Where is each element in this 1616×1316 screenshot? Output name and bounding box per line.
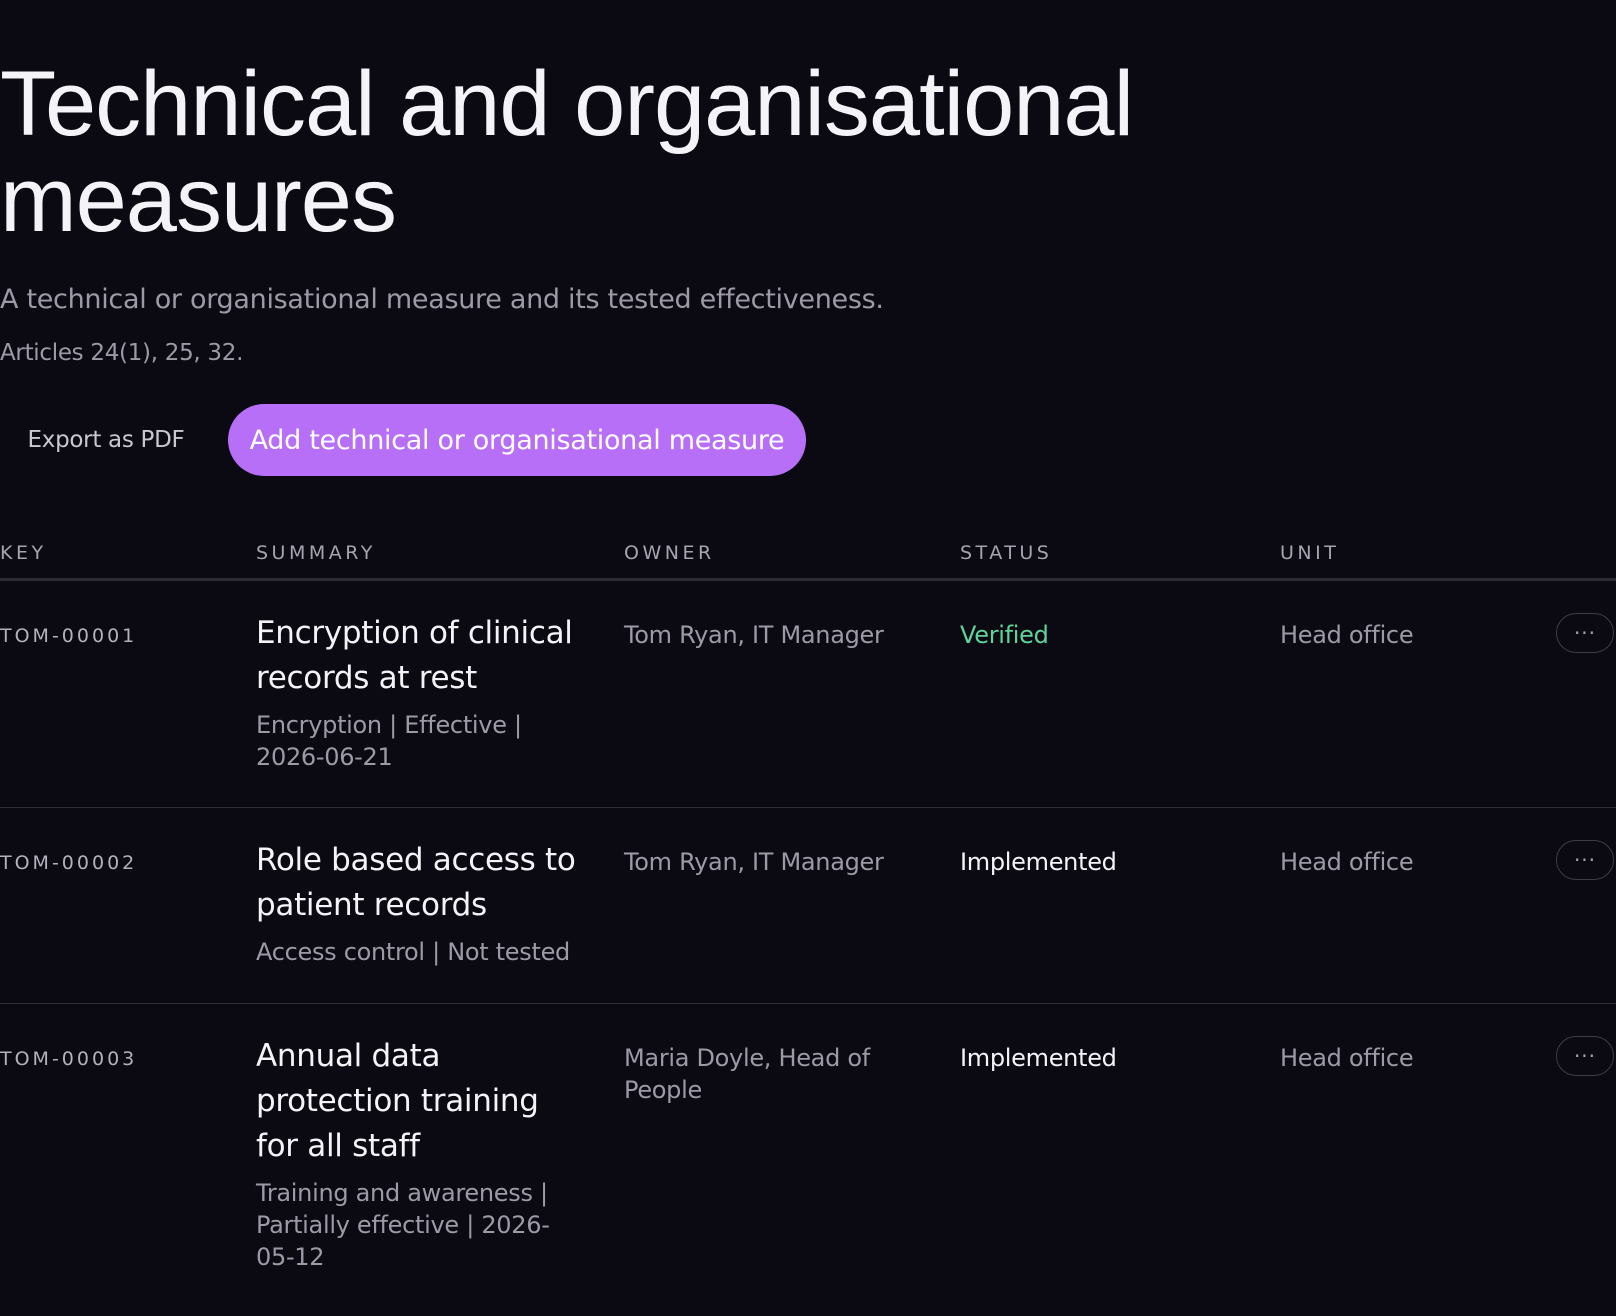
row-summary-title: Encryption of clinical records at rest: [256, 615, 573, 696]
row-summary: Role based access to patient records Acc…: [256, 838, 576, 968]
row-more-button[interactable]: ···: [1556, 613, 1614, 653]
table-header: KEY SUMMARY OWNER STATUS UNIT: [0, 530, 1616, 581]
row-summary-meta: Access control | Not tested: [256, 938, 570, 966]
row-summary-title: Annual data protection training for all …: [256, 1038, 539, 1164]
column-header-status: STATUS: [960, 542, 1053, 564]
add-measure-button[interactable]: Add technical or organisational measure: [228, 404, 806, 476]
page: Technical and organisational measures A …: [0, 0, 1616, 1316]
table-row[interactable]: TOM-00001 Encryption of clinical records…: [0, 581, 1616, 808]
column-header-unit: UNIT: [1280, 542, 1340, 564]
row-owner: Tom Ryan, IT Manager: [624, 848, 884, 876]
row-summary: Encryption of clinical records at rest E…: [256, 611, 576, 773]
measures-table: KEY SUMMARY OWNER STATUS UNIT TOM-00001 …: [0, 530, 1616, 1304]
row-status: Implemented: [960, 848, 1117, 876]
column-header-owner: OWNER: [624, 542, 715, 564]
row-summary-meta: Training and awareness | Partially effec…: [256, 1179, 550, 1271]
column-header-summary: SUMMARY: [256, 542, 376, 564]
column-header-key: KEY: [0, 542, 47, 564]
row-more-button[interactable]: ···: [1556, 840, 1614, 880]
row-key: TOM-00001: [0, 625, 138, 647]
row-key: TOM-00002: [0, 852, 138, 874]
table-row[interactable]: TOM-00002 Role based access to patient r…: [0, 808, 1616, 1004]
row-unit: Head office: [1280, 848, 1414, 876]
row-summary: Annual data protection training for all …: [256, 1034, 576, 1273]
page-title: Technical and organisational measures: [0, 53, 1134, 251]
row-unit: Head office: [1280, 621, 1414, 649]
row-status: Implemented: [960, 1044, 1117, 1072]
articles-reference: Articles 24(1), 25, 32.: [0, 340, 244, 366]
export-pdf-button[interactable]: Export as PDF: [0, 404, 212, 476]
row-owner: Maria Doyle, Head of People: [624, 1044, 870, 1104]
row-summary-meta: Encryption | Effective | 2026-06-21: [256, 711, 522, 771]
row-status-verified: Verified: [960, 621, 1049, 649]
row-summary-title: Role based access to patient records: [256, 842, 576, 923]
row-owner: Tom Ryan, IT Manager: [624, 621, 884, 649]
row-key: TOM-00003: [0, 1048, 138, 1070]
page-subtitle: A technical or organisational measure an…: [0, 284, 884, 315]
table-row[interactable]: TOM-00003 Annual data protection trainin…: [0, 1004, 1616, 1304]
row-unit: Head office: [1280, 1044, 1414, 1072]
row-more-button[interactable]: ···: [1556, 1036, 1614, 1076]
